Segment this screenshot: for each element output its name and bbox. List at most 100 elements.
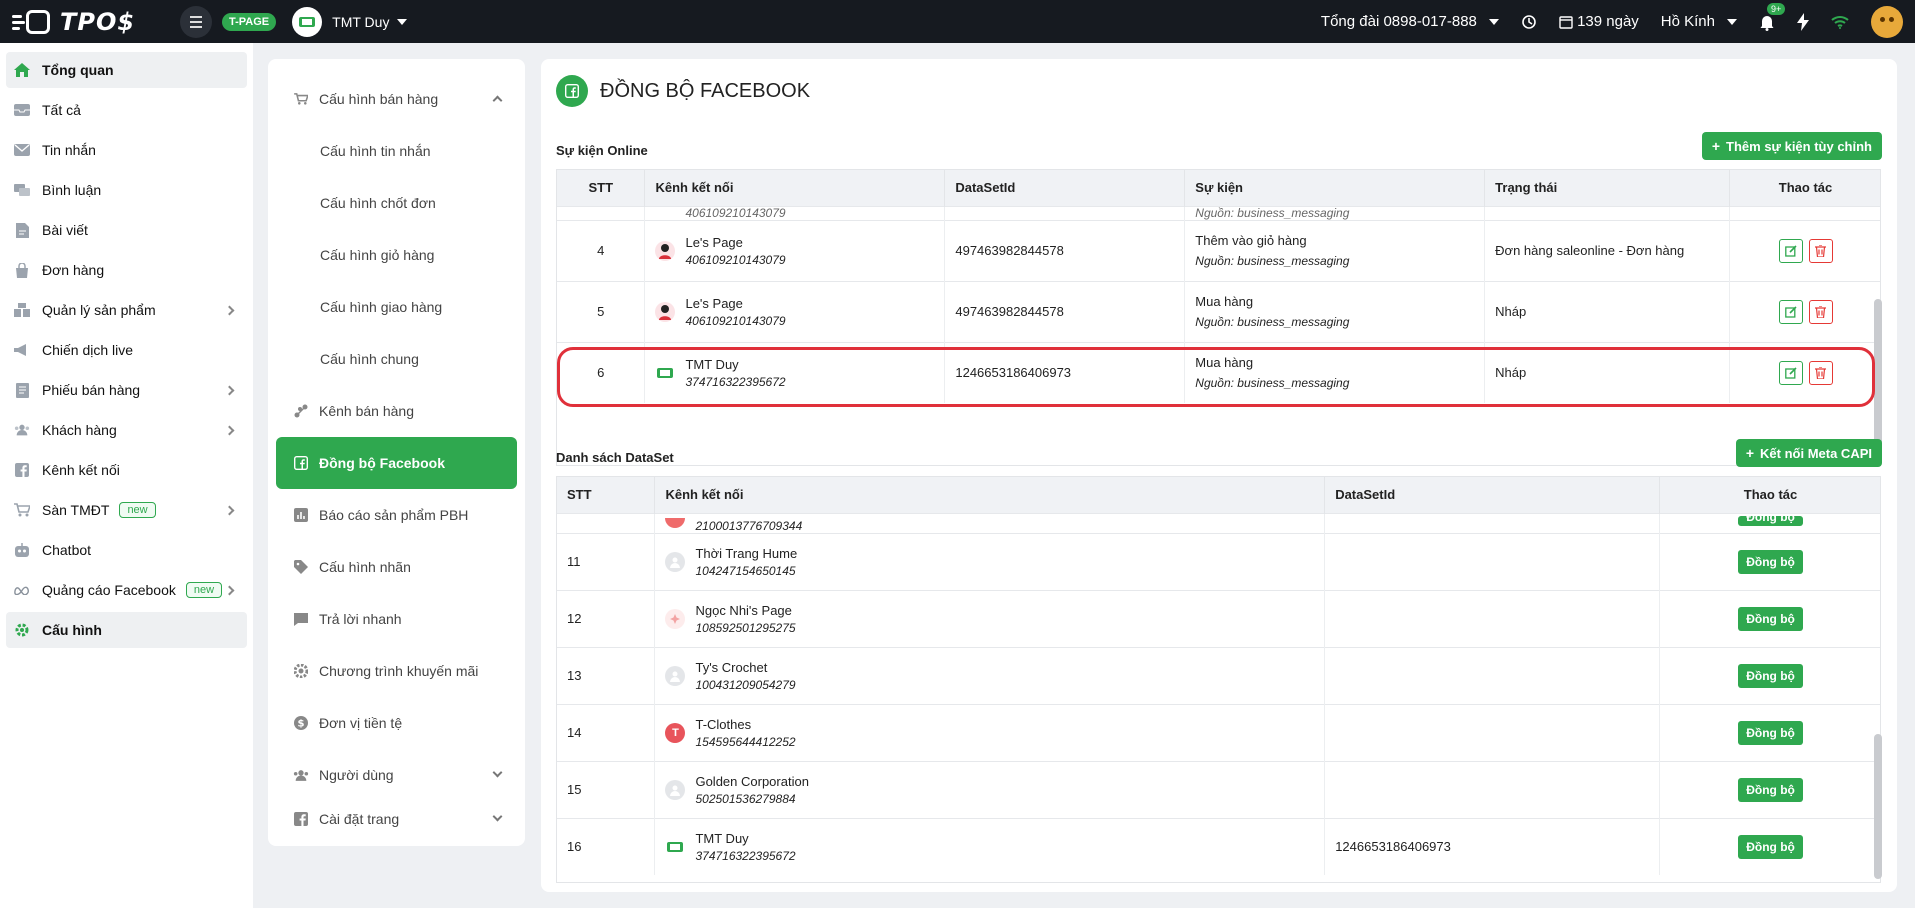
table-row: 11 Thời Trang Hume 104247154650145 Đồng b… — [557, 532, 1880, 590]
dataset-id — [1324, 589, 1661, 647]
table-row: 4 Le's Page 406109210143079 4974639828445… — [557, 219, 1880, 281]
channel-id: 502501536279884 — [695, 791, 796, 806]
menu-pbh-report[interactable]: Báo cáo sản phẩm PBH — [268, 489, 525, 541]
delete-button[interactable] — [1808, 238, 1833, 263]
sync-button[interactable]: Đồng bộ — [1738, 720, 1803, 745]
sidebar-item-chatbot[interactable]: Chatbot — [6, 532, 247, 568]
sidebar-item-products[interactable]: Quản lý sản phẩm — [6, 292, 247, 328]
online-events-table: STT Kênh kết nối DataSetId Sự kiện Trạng… — [556, 169, 1881, 466]
tpage-badge[interactable]: T-PAGE — [222, 12, 277, 31]
menu-order-config[interactable]: Cấu hình chốt đơn — [268, 177, 525, 229]
menu-general-config[interactable]: Cấu hình chung — [268, 333, 525, 385]
menu-promotion[interactable]: Chương trình khuyến mãi — [268, 645, 525, 697]
table-row: 14 T T-Clothes 154595644412252 Đồng bộ — [557, 703, 1880, 761]
cart-icon — [14, 503, 30, 517]
col-dataset: DataSetId — [944, 170, 1186, 206]
button-label: Kết nối Meta CAPI — [1760, 445, 1872, 461]
chevron-down-icon — [1488, 18, 1499, 25]
network-icon — [293, 404, 309, 418]
tpos-logo[interactable]: TPO$ — [12, 8, 162, 36]
sidebar-item-posts[interactable]: Bài viết — [6, 212, 247, 248]
sidebar-item-messages[interactable]: Tin nhắn — [6, 132, 247, 168]
sync-button[interactable]: Đồng bộ — [1738, 663, 1803, 688]
connect-meta-capi-button[interactable]: + Kết nối Meta CAPI — [1735, 439, 1882, 467]
user-menu[interactable]: Hồ Kính — [1661, 13, 1737, 30]
main-sidebar: Tổng quan Tất cả Tin nhắn Bình luận Bài … — [0, 43, 253, 908]
promo-icon — [293, 664, 309, 678]
table-row: 12 Ngọc Nhi's Page 108592501295275 Đồng b… — [557, 589, 1880, 647]
shop-name: TMT Duy — [332, 13, 390, 30]
event-source: Nguồn: business_messaging — [1195, 315, 1350, 329]
menu-label: Cài đặt trang — [319, 811, 400, 827]
shop-selector[interactable]: TMT Duy — [292, 6, 408, 37]
sidebar-item-label: Phiếu bán hàng — [42, 382, 141, 398]
dataset-table: STT Kênh kết nối DataSetId Thao tác 2100… — [556, 476, 1881, 883]
history-icon[interactable] — [1521, 14, 1537, 30]
days-left: 139 ngày — [1577, 13, 1639, 30]
page-avatar — [665, 608, 686, 629]
row-stt: 5 — [557, 280, 646, 342]
dataset-scrollbar[interactable] — [1874, 734, 1882, 879]
sidebar-item-settings[interactable]: Cấu hình — [6, 612, 247, 648]
sidebar-item-label: Đơn hàng — [42, 262, 105, 278]
menu-users[interactable]: Người dùng — [268, 749, 525, 801]
sync-button[interactable]: Đồng bộ — [1738, 777, 1803, 802]
sync-button[interactable]: Đồng bộ — [1738, 834, 1803, 859]
row-stt: 12 — [557, 589, 656, 647]
menu-shipping-config[interactable]: Cấu hình giao hàng — [268, 281, 525, 333]
menu-message-config[interactable]: Cấu hình tin nhắn — [268, 125, 525, 177]
lightning-icon[interactable] — [1797, 12, 1809, 31]
dataset-id — [1324, 646, 1661, 704]
edit-button[interactable] — [1778, 238, 1803, 263]
sidebar-item-overview[interactable]: Tổng quan — [6, 52, 247, 88]
col-event: Sự kiện — [1184, 170, 1486, 206]
sync-button[interactable]: Đồng bộ — [1738, 606, 1803, 631]
menu-sales-channel[interactable]: Kênh bán hàng — [268, 385, 525, 437]
add-custom-event-button[interactable]: + Thêm sự kiện tùy chỉnh — [1701, 132, 1882, 160]
menu-page-settings[interactable]: Cài đặt trang — [268, 801, 525, 837]
sidebar-item-all[interactable]: Tất cả — [6, 92, 247, 128]
notification-count: 9+ — [1767, 2, 1786, 15]
menu-currency[interactable]: $ Đơn vị tiền tệ — [268, 697, 525, 749]
chevron-down-icon — [1727, 18, 1737, 25]
channel-id: 154595644412252 — [695, 734, 796, 749]
menu-sales-config[interactable]: Cấu hình bán hàng — [268, 73, 525, 125]
sidebar-item-orders[interactable]: Đơn hàng — [6, 252, 247, 288]
bell-icon[interactable]: 9+ — [1759, 2, 1786, 31]
sync-button[interactable]: Đồng bộ — [1738, 515, 1803, 526]
sidebar-item-sales-receipt[interactable]: Phiếu bán hàng — [6, 372, 247, 408]
row-stt: 4 — [557, 219, 646, 281]
sidebar-item-channels[interactable]: Kênh kết nối — [6, 452, 247, 488]
menu-label-config[interactable]: Cấu hình nhãn — [268, 541, 525, 593]
menu-toggle-icon[interactable] — [180, 5, 212, 38]
menu-label: Cấu hình giỏ hàng — [320, 247, 435, 263]
sidebar-item-comments[interactable]: Bình luận — [6, 172, 247, 208]
menu-label: Trả lời nhanh — [319, 611, 402, 627]
edit-button[interactable] — [1778, 299, 1803, 324]
col-dataset: DataSetId — [1324, 477, 1661, 513]
sidebar-item-label: Khách hàng — [42, 422, 117, 438]
menu-cart-config[interactable]: Cấu hình giỏ hàng — [268, 229, 525, 281]
edit-icon — [1784, 244, 1797, 257]
chevron-right-icon — [224, 425, 235, 435]
menu-label: Báo cáo sản phẩm PBH — [319, 507, 469, 523]
menu-quick-reply[interactable]: Trả lời nhanh — [268, 593, 525, 645]
channel-id: 100431209054279 — [695, 677, 796, 692]
table-row-partial: 406109210143079 Nguồn: business_messagin… — [557, 205, 1880, 220]
user-avatar[interactable] — [1871, 5, 1903, 38]
delete-button[interactable] — [1808, 299, 1833, 324]
subscription-days[interactable]: 139 ngày — [1559, 13, 1639, 30]
sidebar-item-live-campaign[interactable]: Chiến dịch live — [6, 332, 247, 368]
sidebar-item-facebook-ads[interactable]: Quảng cáo Facebook new — [6, 572, 247, 608]
table-header: STT Kênh kết nối DataSetId Sự kiện Trạng… — [557, 170, 1880, 206]
sync-button[interactable]: Đồng bộ — [1738, 549, 1803, 574]
sidebar-item-ecommerce[interactable]: Sàn TMĐT new — [6, 492, 247, 528]
logo-mark-icon — [12, 8, 54, 36]
sidebar-item-customers[interactable]: Khách hàng — [6, 412, 247, 448]
user-name: Hồ Kính — [1660, 13, 1715, 30]
page-title-text: ĐỒNG BỘ FACEBOOK — [600, 79, 811, 102]
page-avatar — [665, 836, 686, 857]
col-status: Trạng thái — [1484, 170, 1731, 206]
hotline[interactable]: Tổng đài 0898-017-888 — [1321, 13, 1499, 30]
menu-facebook-sync[interactable]: Đồng bộ Facebook — [276, 437, 517, 489]
